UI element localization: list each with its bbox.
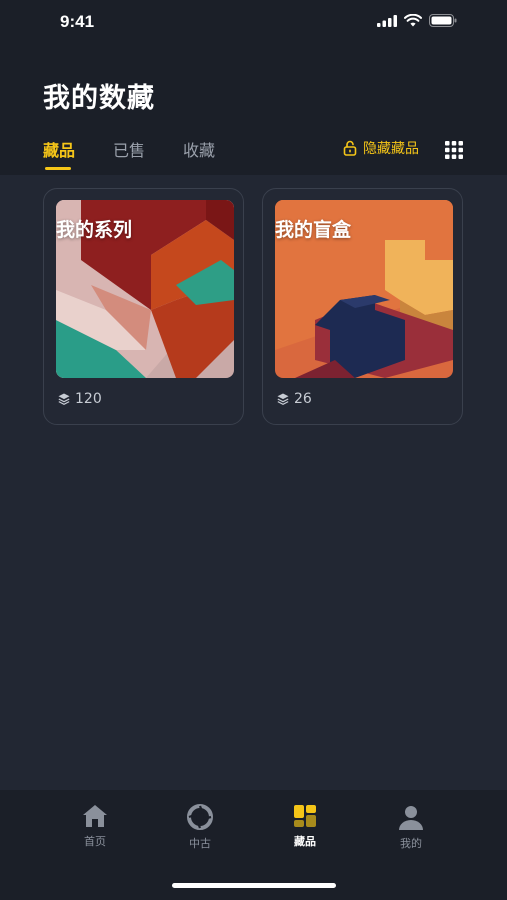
status-bar: 9:41 [0, 0, 507, 44]
layers-icon [58, 393, 70, 405]
signal-icon [377, 14, 397, 27]
collection-icon [294, 805, 316, 827]
nav-profile[interactable]: 我的 [381, 804, 441, 851]
tab-sold[interactable]: 已售 [113, 137, 145, 161]
wifi-icon [404, 14, 422, 27]
hide-collectibles-label: 隐藏藏品 [363, 141, 419, 157]
layers-icon [277, 393, 289, 405]
nav-home-label: 首页 [84, 835, 106, 848]
lock-icon [343, 140, 357, 156]
nav-secondhand-label: 中古 [189, 837, 211, 850]
tab-bar: 藏品 已售 收藏 [43, 137, 253, 170]
card-count-value: 120 [75, 391, 102, 407]
status-icons [377, 14, 457, 27]
tab-collectibles[interactable]: 藏品 [43, 137, 75, 170]
nav-collection-label: 藏品 [294, 835, 316, 848]
nav-profile-label: 我的 [400, 837, 422, 850]
nav-collection[interactable]: 藏品 [275, 804, 335, 849]
home-icon [83, 805, 107, 827]
nav-home[interactable]: 首页 [65, 804, 125, 849]
card-count-value: 26 [294, 391, 312, 407]
home-indicator [172, 883, 336, 888]
collection-card-series[interactable]: 我的系列 120 [43, 188, 244, 425]
card-title: 我的盲盒 [275, 219, 352, 241]
card-count: 26 [277, 391, 312, 407]
page-title: 我的数藏 [43, 83, 155, 114]
battery-icon [429, 14, 457, 27]
collection-card-blind-box[interactable]: 我的盲盒 26 [262, 188, 463, 425]
user-icon [399, 806, 423, 830]
tab-favorites[interactable]: 收藏 [183, 137, 215, 161]
card-count: 120 [58, 391, 102, 407]
grid-view-icon[interactable] [445, 141, 463, 159]
card-title: 我的系列 [56, 219, 133, 241]
status-time: 9:41 [60, 12, 95, 31]
aperture-icon [187, 804, 213, 830]
nav-secondhand[interactable]: 中古 [170, 804, 230, 851]
hide-collectibles-button[interactable]: 隐藏藏品 [343, 138, 419, 158]
